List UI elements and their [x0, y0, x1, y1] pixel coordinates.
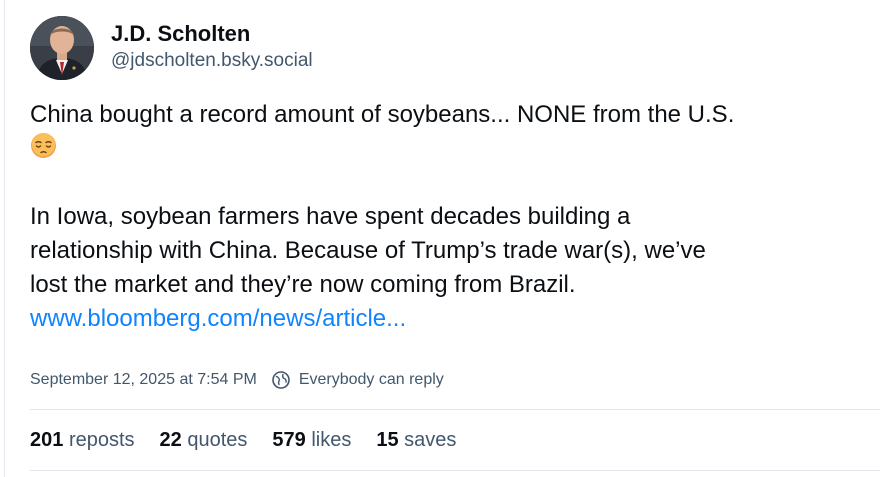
- quotes-stat[interactable]: 22 quotes: [160, 427, 248, 453]
- post-text: In Iowa, soybean farmers have spent deca…: [30, 203, 631, 230]
- post-line: relationship with China. Because of Trum…: [30, 234, 880, 268]
- divider: [30, 470, 880, 471]
- reply-setting[interactable]: Everybody can reply: [299, 368, 444, 392]
- post-text: lost the market and they’re now coming f…: [30, 271, 576, 298]
- saves-count: 15: [376, 429, 399, 451]
- thread-rule: [4, 0, 5, 477]
- author-handle[interactable]: @jdscholten.bsky.social: [111, 48, 313, 74]
- likes-count: 579: [272, 429, 306, 451]
- post-body: China bought a record amount of soybeans…: [30, 98, 880, 336]
- quotes-count: 22: [159, 429, 182, 451]
- reposts-label: reposts: [68, 429, 135, 451]
- saves-stat[interactable]: 15 saves: [376, 427, 456, 453]
- post-author[interactable]: J.D. Scholten @jdscholten.bsky.social: [30, 16, 830, 80]
- saves-label: saves: [404, 429, 457, 451]
- likes-stat[interactable]: 579 likes: [272, 427, 351, 453]
- person-portrait-icon: [30, 16, 94, 80]
- post-line: China bought a record amount of soybeans…: [30, 98, 880, 132]
- post-line: lost the market and they’re now coming f…: [30, 268, 880, 302]
- pensive-face-emoji-icon: [30, 132, 57, 159]
- post-line: [30, 132, 880, 166]
- post-text: relationship with China. Because of Trum…: [30, 237, 706, 264]
- quotes-label: quotes: [187, 429, 248, 451]
- avatar[interactable]: [30, 16, 94, 80]
- post-line: www.bloomberg.com/news/article...: [30, 302, 880, 336]
- likes-label: likes: [311, 429, 352, 451]
- globe-icon: [271, 370, 291, 390]
- post-timestamp[interactable]: September 12, 2025 at 7:54 PM: [30, 368, 257, 392]
- reposts-stat[interactable]: 201 reposts: [30, 427, 135, 453]
- display-name[interactable]: J.D. Scholten: [111, 20, 313, 48]
- post-line: In Iowa, soybean farmers have spent deca…: [30, 200, 880, 234]
- post-text: China bought a record amount of soybeans…: [30, 101, 735, 128]
- external-link[interactable]: www.bloomberg.com/news/article...: [30, 305, 406, 332]
- reposts-count: 201: [30, 429, 64, 451]
- author-text: J.D. Scholten @jdscholten.bsky.social: [111, 20, 313, 74]
- engagement-stats: 201 reposts 22 quotes 579 likes 15 saves: [30, 427, 481, 453]
- post-meta: September 12, 2025 at 7:54 PM Everybody …: [30, 368, 444, 392]
- divider: [30, 409, 880, 410]
